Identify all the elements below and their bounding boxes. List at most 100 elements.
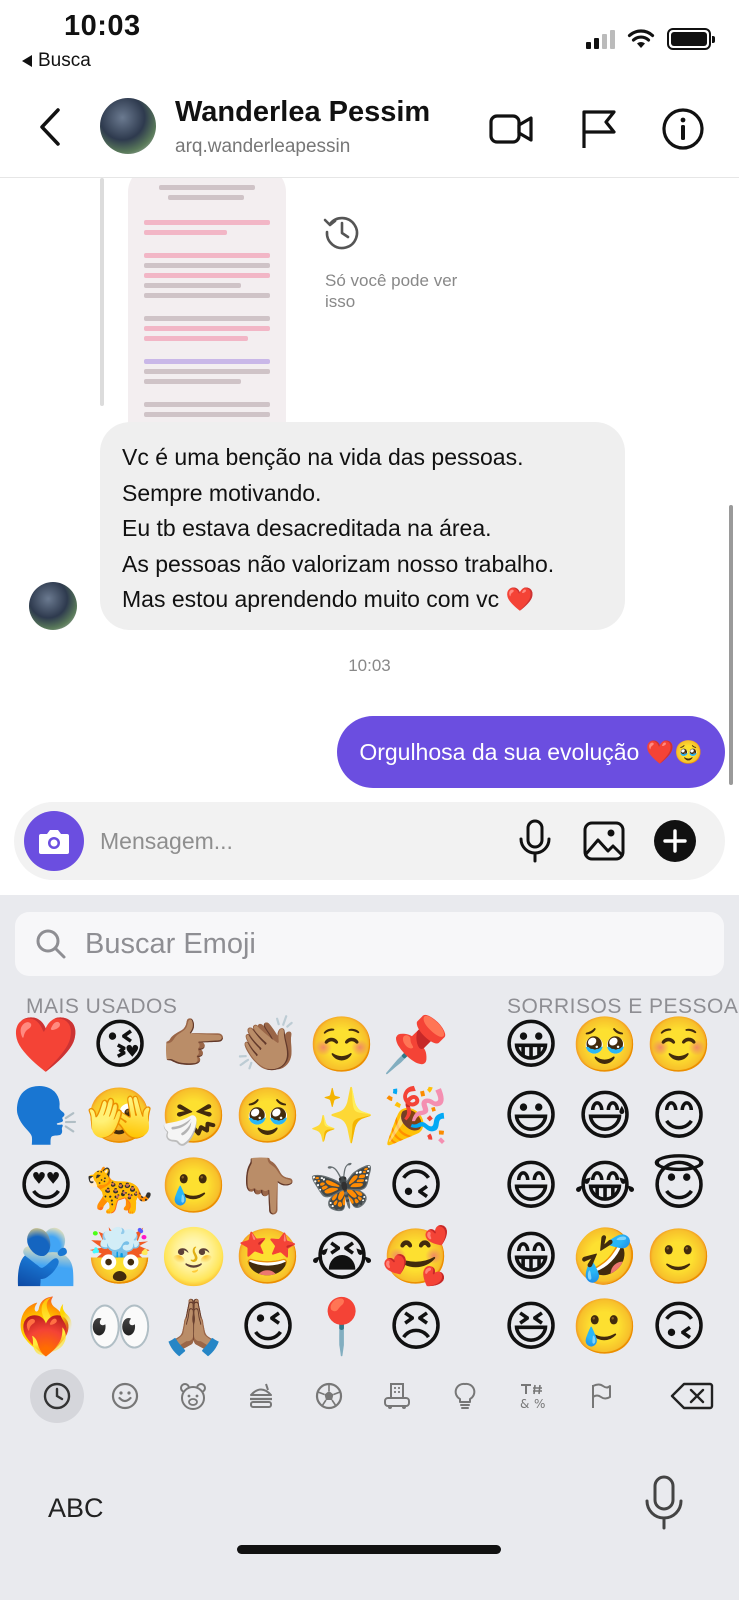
category-travel-tab[interactable]: [370, 1369, 424, 1423]
search-icon: [36, 929, 66, 959]
emoji-key[interactable]: 🗣️: [10, 1080, 82, 1152]
emoji-key[interactable]: 😭: [306, 1221, 378, 1293]
back-to-app-link[interactable]: Busca: [22, 50, 91, 72]
emoji-key[interactable]: 🥰: [380, 1221, 452, 1293]
emoji-key[interactable]: 😉: [232, 1291, 304, 1363]
contact-avatar[interactable]: [100, 98, 156, 154]
message-timestamp: 10:03: [348, 656, 391, 675]
camera-button[interactable]: [24, 811, 84, 871]
emoji-key[interactable]: 😄: [495, 1150, 567, 1222]
message-input[interactable]: [100, 820, 490, 862]
lightbulb-icon: [454, 1382, 476, 1409]
emoji-key[interactable]: ☺️: [306, 1009, 378, 1081]
message-line: Mas estou aprendendo muito com vc ❤️: [122, 586, 535, 612]
emoji-search-bar: [15, 912, 724, 976]
message-line: Eu tb estava desacreditada na área.: [122, 515, 492, 541]
emoji-search-input[interactable]: [85, 924, 685, 964]
category-symbols-tab[interactable]: &%: [506, 1369, 560, 1423]
emoji-key[interactable]: 😀: [495, 1009, 567, 1081]
emoji-key[interactable]: 😁: [495, 1221, 567, 1293]
category-food-tab[interactable]: [234, 1369, 288, 1423]
emoji-key[interactable]: ☺️: [643, 1009, 715, 1081]
emoji-key[interactable]: 😂: [569, 1150, 641, 1222]
emoji-key[interactable]: 📌: [380, 1009, 452, 1081]
contact-name[interactable]: Wanderlea Pessim: [175, 96, 430, 129]
dictation-mic-icon[interactable]: [642, 1473, 686, 1533]
emoji-key[interactable]: 🥲: [158, 1150, 230, 1222]
history-clock-icon: [323, 216, 359, 250]
emoji-key[interactable]: 🌝: [158, 1221, 230, 1293]
bear-icon: [180, 1383, 206, 1410]
emoji-key[interactable]: 😅: [569, 1080, 641, 1152]
emoji-key[interactable]: ✨: [306, 1080, 378, 1152]
emoji-key[interactable]: 📍: [306, 1291, 378, 1363]
emoji-key[interactable]: 🫂: [10, 1221, 82, 1293]
emoji-key[interactable]: 🙃: [643, 1291, 715, 1363]
category-smileys-tab[interactable]: [98, 1369, 152, 1423]
category-recent-tab[interactable]: [30, 1369, 84, 1423]
flag-outline-icon: [592, 1383, 611, 1408]
battery-icon: [667, 28, 715, 50]
microphone-icon[interactable]: [512, 818, 558, 864]
soccer-ball-icon: [315, 1382, 343, 1410]
incoming-message[interactable]: Vc é uma benção na vida das pessoas. Sem…: [100, 422, 625, 630]
emoji-key[interactable]: 🙃: [380, 1150, 452, 1222]
emoji-key[interactable]: 😊: [643, 1080, 715, 1152]
emoji-key[interactable]: 🐆: [84, 1150, 156, 1222]
emoji-key[interactable]: 🥹: [569, 1009, 641, 1081]
emoji-key[interactable]: 🤧: [158, 1080, 230, 1152]
emoji-key[interactable]: 🥲: [569, 1291, 641, 1363]
gallery-icon[interactable]: [581, 818, 627, 864]
wifi-icon: [627, 29, 655, 48]
clock-icon: [43, 1382, 71, 1410]
emoji-key[interactable]: 🤣: [569, 1221, 641, 1293]
emoji-key[interactable]: 🥹: [232, 1080, 304, 1152]
emoji-key[interactable]: 👉🏽: [158, 1009, 230, 1081]
emoji-key[interactable]: 😘: [84, 1009, 156, 1081]
contact-username[interactable]: arq.wanderleapessin: [175, 136, 350, 158]
home-indicator[interactable]: [237, 1545, 501, 1554]
emoji-key[interactable]: 😍: [10, 1150, 82, 1222]
abc-keyboard-switch[interactable]: ABC: [48, 1493, 104, 1524]
burger-icon: [250, 1383, 272, 1408]
emoji-key[interactable]: 😇: [643, 1150, 715, 1222]
info-icon[interactable]: [660, 106, 706, 152]
category-objects-tab[interactable]: [438, 1369, 492, 1423]
emoji-key[interactable]: 🙏🏽: [158, 1291, 230, 1363]
status-time: 10:03: [64, 10, 141, 42]
message-thread[interactable]: Só você pode ver isso Vc é uma benção na…: [0, 178, 739, 800]
category-animals-tab[interactable]: [166, 1369, 220, 1423]
emoji-key[interactable]: 🫣: [84, 1080, 156, 1152]
emoji-key[interactable]: 👀: [84, 1291, 156, 1363]
outgoing-message[interactable]: Orgulhosa da sua evolução ❤️🥹: [337, 716, 725, 788]
add-icon[interactable]: [652, 818, 698, 864]
backspace-key[interactable]: [662, 1369, 722, 1423]
chat-header: Wanderlea Pessim arq.wanderleapessin: [0, 78, 739, 178]
emoji-key[interactable]: 🎉: [380, 1080, 452, 1152]
video-call-icon[interactable]: [488, 106, 534, 152]
emoji-key[interactable]: 🤩: [232, 1221, 304, 1293]
emoji-key[interactable]: 🦋: [306, 1150, 378, 1222]
emoji-key[interactable]: 😃: [495, 1080, 567, 1152]
back-triangle-icon: [22, 55, 32, 67]
category-flags-tab[interactable]: [574, 1369, 628, 1423]
emoji-key[interactable]: 👏🏽: [232, 1009, 304, 1081]
emoji-key[interactable]: ❤️‍🔥: [10, 1291, 82, 1363]
cellular-signal-icon: [586, 29, 615, 49]
camera-icon: [39, 830, 69, 854]
message-line: Sempre motivando.: [122, 479, 322, 506]
emoji-key[interactable]: 😣: [380, 1291, 452, 1363]
reply-thread-line: [100, 178, 104, 406]
message-composer: [14, 802, 725, 880]
emoji-key[interactable]: ❤️: [10, 1009, 82, 1081]
flag-icon[interactable]: [576, 106, 622, 152]
back-chevron-icon[interactable]: [30, 102, 70, 152]
emoji-key[interactable]: 🙂: [643, 1221, 715, 1293]
emoji-key[interactable]: 🤯: [84, 1221, 156, 1293]
emoji-key[interactable]: 😆: [495, 1291, 567, 1363]
emoji-key[interactable]: 👇🏽: [232, 1150, 304, 1222]
category-activity-tab[interactable]: [302, 1369, 356, 1423]
sender-avatar[interactable]: [29, 582, 77, 630]
symbols-icon: &%: [520, 1384, 545, 1411]
chat-scrollbar[interactable]: [729, 505, 733, 785]
